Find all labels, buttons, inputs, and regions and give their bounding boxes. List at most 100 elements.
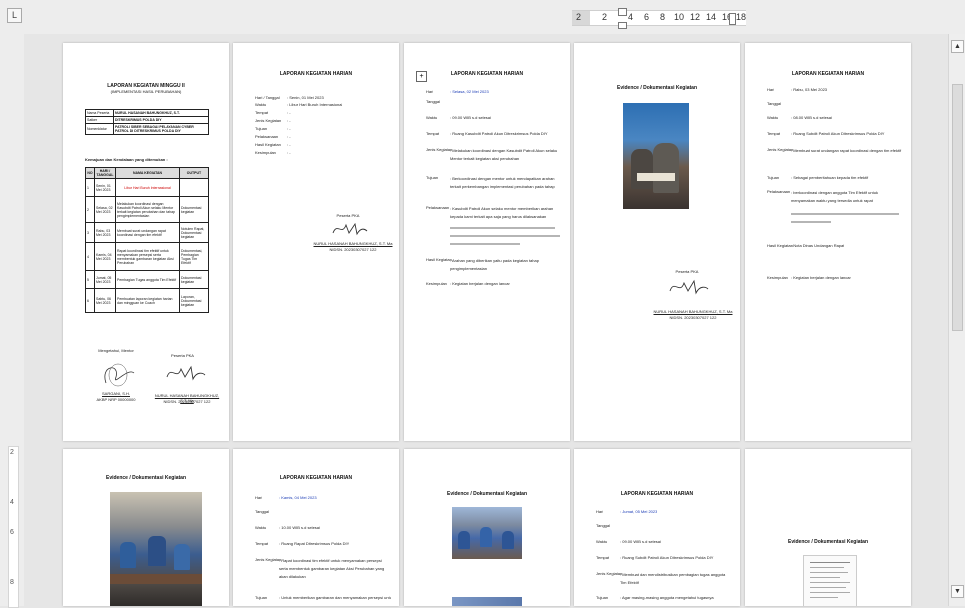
scroll-up-button[interactable]: ▲ <box>951 40 964 53</box>
field-value: : Melakukan koordinasi dengan Kasubdit P… <box>450 148 558 161</box>
page-title: Evidence / Dokumentasi Kegiatan <box>787 539 869 545</box>
document-page-6[interactable]: Evidence / Dokumentasi Kegiatan <box>63 449 229 606</box>
table-cell: Melakukan koordinasi dengan Kasubdit Pat… <box>115 196 180 223</box>
table-cell: Rabu, 03 Mei 2023 <box>94 222 116 243</box>
tab-selector-button[interactable]: L <box>7 8 22 23</box>
right-indent-marker[interactable] <box>729 13 736 25</box>
table-cell: Pembuatan laporan kegiatan harian dan mi… <box>115 288 180 313</box>
identity-value: NURUL HASANAH BAHUNGKHUZ, S.T. <box>113 109 209 117</box>
participant-signature-label: Peserta PKA <box>171 353 194 358</box>
field-label: Tanggal <box>596 523 611 528</box>
signer-nrp: NIDSN. 20230307027 122 <box>329 247 377 252</box>
identity-label: Nomenklatur <box>85 123 114 135</box>
mentor-name: SARGANI, S.H. <box>101 391 130 396</box>
field-label: Pelaksanaan <box>767 189 791 194</box>
field-value: : - <box>287 134 291 139</box>
field-value: : Selasa, 02 Mei 2023 <box>450 89 489 94</box>
table-cell: Kamis, 04 Mei 2023 <box>94 242 116 271</box>
table-cell: 6 <box>85 288 95 313</box>
table-cell: Dokumentasi kegiatan <box>179 196 209 223</box>
field-label: Jenis Kegiatan <box>596 571 623 576</box>
text-line <box>791 221 831 223</box>
page-title: Evidence / Dokumentasi Kegiatan <box>616 85 698 91</box>
field-label: Kesimpulan <box>255 150 276 155</box>
document-page-2[interactable]: LAPORAN KEGIATAN HARIAN Hari / Tanggal: … <box>233 43 399 441</box>
table-cell: 1 <box>85 178 95 197</box>
field-label: Waktu <box>767 115 779 120</box>
field-value: : 09.00 WIB s.d selesai <box>620 539 661 544</box>
identity-value: PATROLI SIBER SEBAGAI PELAYANAN CYBER PA… <box>113 123 209 135</box>
progress-heading: Kemajuan dan Kendalaan yang ditemukan : <box>85 157 168 162</box>
scroll-thumb[interactable] <box>952 84 963 331</box>
field-label: Hasil Kegiatan <box>426 257 452 262</box>
field-value: : Kasubdit Patroli Akun selaku mentor me… <box>450 206 554 219</box>
table-cell: 3 <box>85 222 95 243</box>
page-title: Evidence / Dokumentasi Kegiatan <box>446 491 528 497</box>
field-value: : - <box>287 150 291 155</box>
ruler-number: 8 <box>10 579 14 586</box>
field-label: Hasil Kegiatan <box>767 243 793 248</box>
scroll-down-button[interactable]: ▼ <box>951 585 964 598</box>
field-label: Tempat <box>255 110 269 115</box>
document-page-3[interactable]: + LAPORAN KEGIATAN HARIAN Hari: Selasa, … <box>404 43 570 441</box>
table-cell: 2 <box>85 196 95 223</box>
table-cell: Notulen Rapat, Dokumentasi kegiatan <box>179 222 209 243</box>
table-cell: Senin, 01 Mei 2023 <box>94 178 116 197</box>
field-value: : Ruang Kasubdit Patroli Akun Ditreskrim… <box>450 131 548 136</box>
field-value: : Nota Dinas Undangan Rapat <box>791 243 845 248</box>
horizontal-ruler[interactable]: L 2 2 4 6 8 10 12 14 16 18 <box>0 0 965 34</box>
field-label: Hari <box>596 509 604 514</box>
field-label: Hari <box>767 87 775 92</box>
field-label: Pelaksanaan <box>255 134 279 139</box>
document-page-4[interactable]: Evidence / Dokumentasi Kegiatan Peserta … <box>574 43 740 441</box>
field-label: Hari / Tanggal <box>255 95 280 100</box>
text-line <box>450 227 555 229</box>
field-label: Jenis Kegiatan <box>426 147 453 152</box>
document-page-1[interactable]: LAPORAN KEGIATAN MINGGU II (IMPLEMENTASI… <box>63 43 229 441</box>
document-page-8[interactable]: Evidence / Dokumentasi Kegiatan <box>404 449 570 606</box>
vertical-scrollbar[interactable]: ▲ ▼ <box>948 34 965 606</box>
field-label: Tempat <box>426 131 440 136</box>
document-page-9[interactable]: LAPORAN KEGIATAN HARIAN Hari: Jumat, 05 … <box>574 449 740 606</box>
field-value: : Rapat koordinasi tim efektif untuk men… <box>279 558 385 579</box>
field-label: Jenis Kegiatan <box>767 147 794 152</box>
field-label: Waktu <box>596 539 608 544</box>
field-value: : 10.00 WIB s.d selesai <box>279 525 320 530</box>
field-value: : Ruang Subdit Patroli Akun Ditreskrimsu… <box>620 555 714 560</box>
table-cell: Jumat, 05 Mei 2023 <box>94 270 116 289</box>
field-label: Tanggal <box>426 99 441 104</box>
text-line <box>450 235 560 237</box>
field-label: Tujuan <box>426 175 439 180</box>
field-label: Tempat <box>255 541 269 546</box>
ruler-number: 2 <box>602 12 608 22</box>
first-line-indent-marker[interactable] <box>618 8 627 16</box>
left-indent-marker[interactable] <box>618 22 627 29</box>
field-label: Jenis Kegiatan <box>255 118 282 123</box>
ruler-scale[interactable]: 2 2 4 6 8 10 12 14 16 18 <box>572 8 746 29</box>
activity-table: NO HARI / TANGGAL NAMA KEGIATAN OUTPUT 1… <box>85 167 209 313</box>
field-label: Tempat <box>596 555 610 560</box>
field-value: : - <box>287 118 291 123</box>
field-label: Hari <box>255 495 263 500</box>
field-value: : Berkoordinasi dengan mentor untuk mend… <box>450 176 555 193</box>
participant-nrp: NIDSN. 20230307027 122 <box>163 399 211 404</box>
text-line <box>450 243 520 245</box>
vertical-ruler[interactable]: 2 4 6 8 <box>0 34 24 608</box>
field-value: : Kamis, 04 Mei 2023 <box>279 495 317 500</box>
text-line <box>791 213 899 215</box>
evidence-photo <box>110 492 202 606</box>
mentor-signature-image <box>104 363 135 387</box>
document-page-7[interactable]: LAPORAN KEGIATAN HARIAN Hari: Kamis, 04 … <box>233 449 399 606</box>
field-value: : Ruang Rapat Ditreskrimsus Polda DIY <box>279 541 350 546</box>
identity-table: Nama Peserta NURUL HASANAH BAHUNGKHUZ, S.… <box>85 109 209 135</box>
page-title: LAPORAN KEGIATAN HARIAN <box>620 491 694 497</box>
document-page-10[interactable]: Evidence / Dokumentasi Kegiatan <box>745 449 911 606</box>
signer-nrp: NIDSN. 20230307027 122 <box>669 315 717 320</box>
field-value: : Arahan yang diberikan yaitu pada kegia… <box>450 258 539 271</box>
field-value: : Membuat surat undangan rapat koordinas… <box>791 148 902 153</box>
document-page-5[interactable]: LAPORAN KEGIATAN HARIAN Hari: Rabu, 03 M… <box>745 43 911 441</box>
signer-name: NURUL HASANAH BAHUNGKHUZ, S.T. Ma <box>313 241 393 246</box>
ruler-number: 6 <box>10 529 14 536</box>
page-title: LAPORAN KEGIATAN HARIAN <box>791 71 865 77</box>
identity-value: DITRESKRIMUS POLDA DIY <box>113 116 209 124</box>
